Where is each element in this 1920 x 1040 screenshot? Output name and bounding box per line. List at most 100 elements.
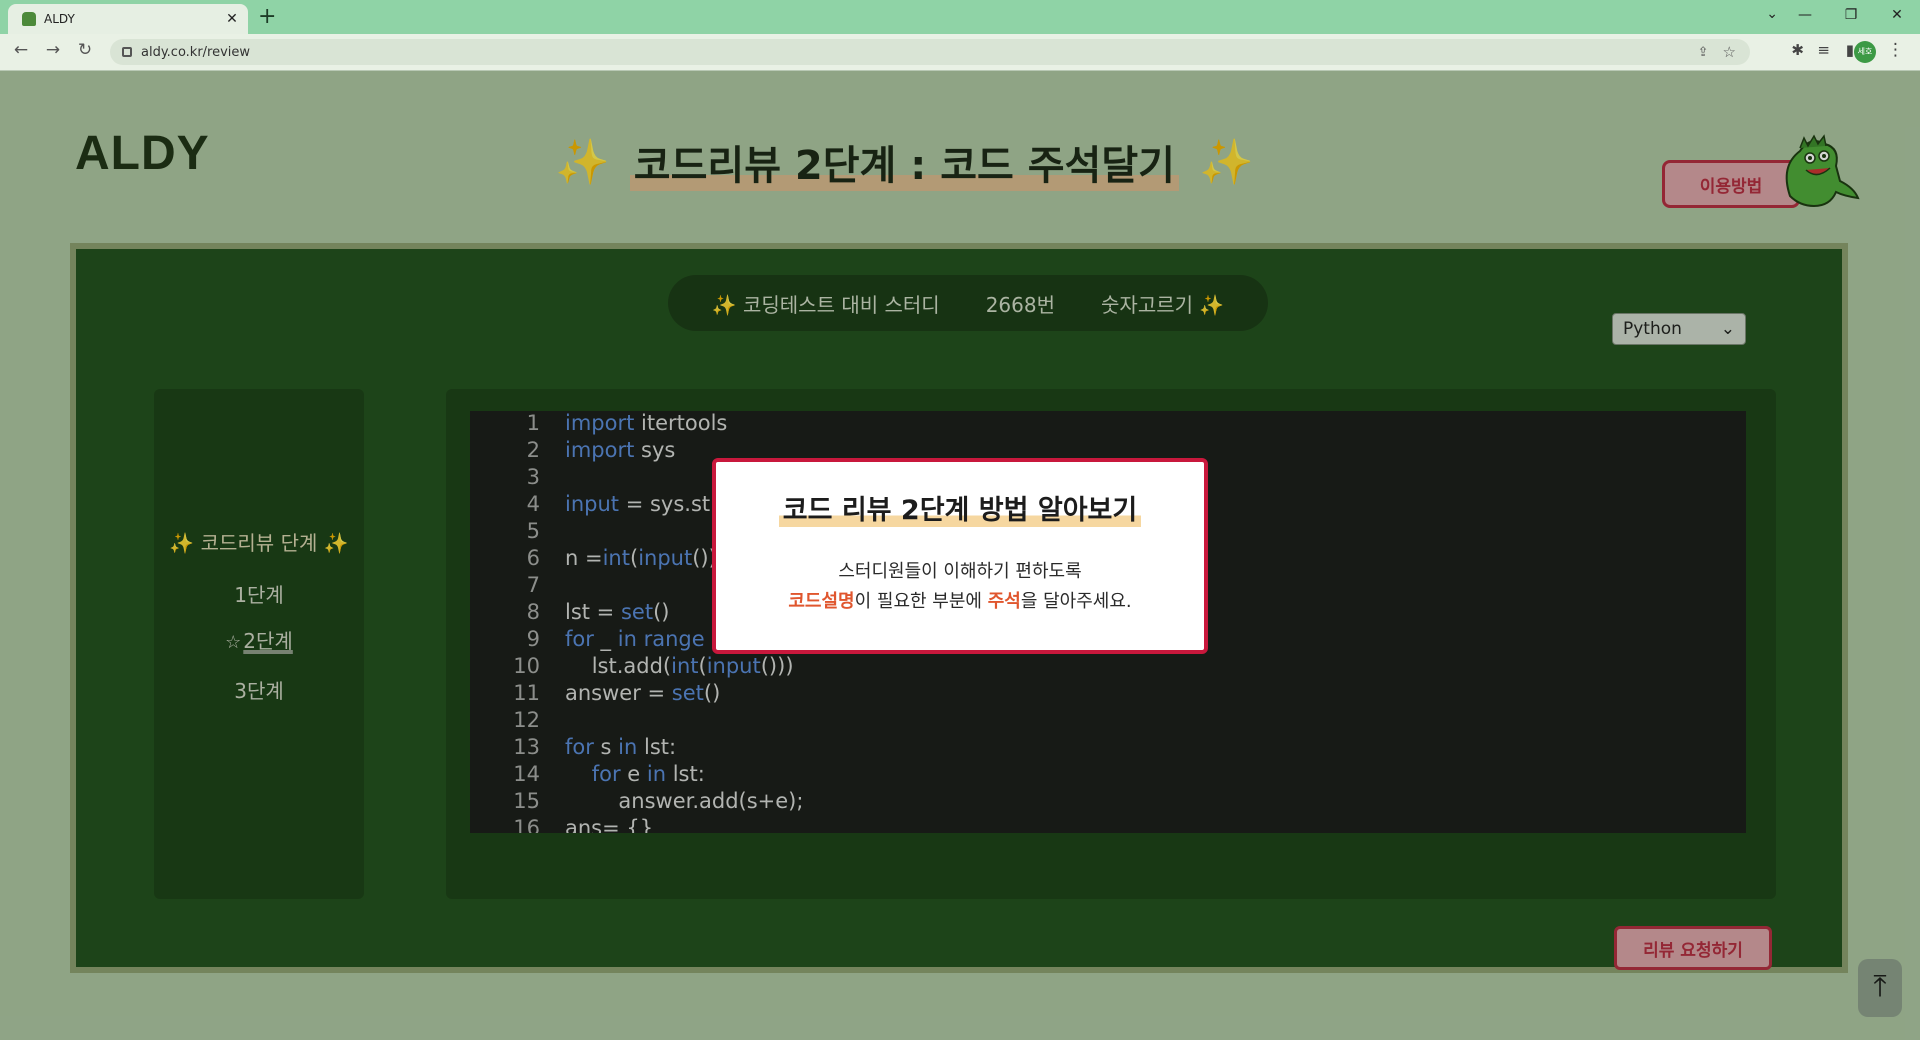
study-name: 코딩테스트 대비 스터디 <box>742 292 940 317</box>
line-number: 5 <box>526 519 540 543</box>
code-keyword: for <box>591 762 621 786</box>
modal-title: 코드 리뷰 2단계 방법 알아보기 <box>778 488 1142 527</box>
code-token: answer = <box>565 681 672 705</box>
code-token: lst.add( <box>565 654 672 678</box>
extensions-icon[interactable]: ✱ <box>1791 41 1804 59</box>
tab-title: ALDY <box>44 12 75 26</box>
language-value: Python <box>1623 319 1682 339</box>
code-keyword: set <box>671 681 704 705</box>
code-text: import itertools <box>565 411 727 435</box>
line-number: 6 <box>526 546 540 570</box>
code-keyword: input <box>565 492 620 516</box>
code-keyword: for <box>565 627 594 651</box>
code-keyword: import <box>565 438 635 462</box>
lock-icon <box>122 47 132 57</box>
page-title: 코드리뷰 2단계 : 코드 주석달기 <box>629 133 1179 191</box>
line-number: 16 <box>513 816 540 833</box>
code-text: for s in lst: <box>565 735 676 759</box>
chevron-down-icon: ⌄ <box>1720 319 1735 339</box>
line-number: 4 <box>526 492 540 516</box>
code-token: ans= {} <box>565 816 654 833</box>
sparkle-icon: ✨ <box>711 292 737 317</box>
new-tab-button[interactable]: + <box>258 4 276 29</box>
code-text: n =int(input()) <box>565 546 717 570</box>
profile-avatar[interactable]: 세호 <box>1854 41 1876 63</box>
bookmark-star-icon[interactable]: ☆ <box>1723 43 1736 61</box>
close-window-icon[interactable]: ✕ <box>1874 0 1920 30</box>
problem-title: 숫자고르기 <box>1101 292 1194 317</box>
sparkle-icon: ✨ <box>1199 292 1225 317</box>
line-number: 13 <box>513 735 540 759</box>
line-number: 12 <box>513 708 540 732</box>
code-token: itertools <box>634 411 728 435</box>
minimize-icon[interactable]: — <box>1782 0 1828 30</box>
line-number: 1 <box>526 411 540 435</box>
reload-icon[interactable]: ↻ <box>72 40 98 60</box>
address-bar: ← → ↻ aldy.co.kr/review ⇪ ☆ ✱ ≡ ▮ 세호 ⋮ <box>0 34 1920 71</box>
page-heading: ✨ 코드리뷰 2단계 : 코드 주석달기 ✨ <box>555 133 1254 191</box>
study-name-group: ✨ 코딩테스트 대비 스터디 <box>712 289 940 318</box>
line-number: 7 <box>526 573 540 597</box>
line-number: 14 <box>513 762 540 786</box>
forward-icon[interactable]: → <box>40 40 66 60</box>
code-keyword: int <box>671 654 699 678</box>
study-problem-pill: ✨ 코딩테스트 대비 스터디 2668번 숫자고르기 ✨ <box>668 275 1268 331</box>
steps-sidebar: ✨ 코드리뷰 단계 ✨ 1단계 ☆ 2단계 3단계 <box>154 389 364 899</box>
sparkle-icon: ✨ <box>323 531 349 555</box>
side-panel-icon[interactable]: ▮ <box>1846 41 1854 59</box>
url-text: aldy.co.kr/review <box>141 44 251 60</box>
code-keyword: in <box>618 735 638 759</box>
problem-title-group: 숫자고르기 ✨ <box>1101 289 1224 318</box>
back-icon[interactable]: ← <box>8 40 34 60</box>
scroll-to-top-button[interactable]: ⤒ <box>1858 959 1902 1017</box>
code-token: answer.add(s+e); <box>565 789 804 813</box>
code-text: lst.add(int(input())) <box>565 654 794 678</box>
code-token: = sys.st <box>619 492 711 516</box>
code-token: lst: <box>666 762 705 786</box>
code-keyword: import <box>565 411 635 435</box>
modal-line-1: 스터디원들이 이해하기 편하도록 <box>838 561 1082 582</box>
code-token: ( <box>629 546 639 570</box>
browser-menu-icon[interactable]: ⋮ <box>1887 40 1904 60</box>
share-icon[interactable]: ⇪ <box>1698 45 1709 60</box>
sparkle-icon: ✨ <box>169 531 195 555</box>
code-token: lst = <box>565 600 621 624</box>
logo[interactable]: ALDY <box>75 126 210 181</box>
code-text: lst = set() <box>565 600 669 624</box>
modal-highlight-code-description: 코드설명 <box>788 591 855 612</box>
code-text: for _ in range <box>565 627 705 651</box>
code-text: import sys <box>565 438 675 462</box>
request-review-button[interactable]: 리뷰 요청하기 <box>1614 926 1772 970</box>
code-keyword: int <box>602 546 630 570</box>
line-number: 10 <box>513 654 540 678</box>
step-guide-modal[interactable]: 코드 리뷰 2단계 방법 알아보기 스터디원들이 이해하기 편하도록 코드설명이… <box>712 458 1208 654</box>
restore-icon[interactable]: ❐ <box>1828 0 1874 30</box>
code-keyword: for <box>565 735 594 759</box>
tab-search-chevron-icon[interactable]: ⌄ <box>1766 6 1778 22</box>
tab-close-icon[interactable]: ✕ <box>222 11 242 27</box>
media-icon[interactable]: ≡ <box>1817 41 1830 59</box>
line-number: 3 <box>526 465 540 489</box>
code-token: ( <box>698 654 707 678</box>
url-field[interactable]: aldy.co.kr/review ⇪ ☆ <box>110 39 1750 65</box>
code-token: s <box>593 735 619 759</box>
step-3-link[interactable]: 3단계 <box>154 675 364 704</box>
code-text: ans= {} <box>565 816 653 833</box>
line-number: 9 <box>526 627 540 651</box>
line-number: 2 <box>526 438 540 462</box>
line-number: 15 <box>513 789 540 813</box>
dino-favicon-icon <box>22 12 36 26</box>
code-token: ())) <box>760 654 794 678</box>
code-token: () <box>703 681 721 705</box>
step-1-link[interactable]: 1단계 <box>154 579 364 608</box>
window-controls: — ❐ ✕ <box>1782 0 1920 30</box>
code-text: answer.add(s+e); <box>565 789 803 813</box>
modal-text-mid: 이 필요한 부분에 <box>854 591 988 612</box>
browser-tab[interactable]: ALDY ✕ <box>8 4 248 34</box>
step-2-label: 2단계 <box>243 629 293 653</box>
code-keyword: input <box>638 546 693 570</box>
language-select[interactable]: Python ⌄ <box>1612 313 1746 345</box>
step-2-link[interactable]: ☆ 2단계 <box>154 625 364 654</box>
